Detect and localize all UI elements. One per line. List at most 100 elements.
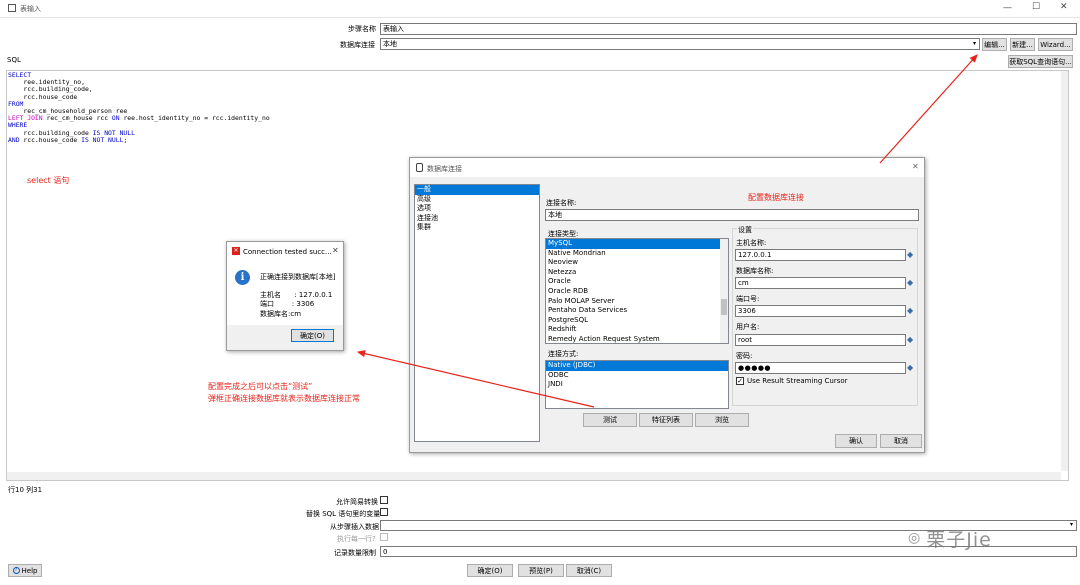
wizard-button[interactable]: Wizard... — [1038, 38, 1073, 51]
conn-type-item[interactable]: Palo MOLAP Server — [546, 297, 728, 307]
access-item[interactable]: ODBC — [546, 371, 728, 381]
replace-vars-label: 替换 SQL 语句里的变量 — [306, 510, 381, 518]
conn-type-list[interactable]: MySQL Native Mondrian Neoview Netezza Oracle… — [545, 238, 729, 344]
var-icon[interactable]: ◆ — [907, 278, 913, 287]
sql-token: ; — [123, 135, 128, 144]
popup-ok-button[interactable]: 确定(O) — [291, 329, 334, 342]
conn-type-item[interactable]: MySQL — [546, 239, 728, 249]
host-input[interactable]: 127.0.0.1 — [735, 249, 906, 261]
sql-line: LEFT JOIN rec_cm_house rcc ON ree.host_i… — [8, 115, 270, 122]
conn-type-item[interactable]: Oracle RDB — [546, 287, 728, 297]
popup-port-line: 端口 : 3306 — [260, 300, 315, 308]
scroll-thumb[interactable] — [721, 299, 727, 315]
chevron-down-icon[interactable]: ▾ — [973, 40, 976, 47]
db-nav-item[interactable]: 连接池 — [415, 214, 539, 224]
select-annotation: select 语句 — [27, 176, 70, 185]
limit-label: 记录数量限制 — [334, 549, 376, 557]
user-label: 用户名: — [736, 323, 760, 331]
db-icon — [416, 163, 423, 172]
user-input[interactable]: root — [735, 334, 906, 346]
sql-text: SELECT ree.identity_no, rcc.building_cod… — [8, 71, 270, 144]
conn-type-item[interactable]: PostgreSQL — [546, 316, 728, 326]
wechat-icon: ◎ — [908, 530, 921, 546]
error-app-icon: ✕ — [232, 247, 240, 255]
edit-button[interactable]: 编辑... — [982, 38, 1007, 51]
maximize-icon[interactable]: ☐ — [1032, 2, 1040, 12]
conn-type-item[interactable]: Netezza — [546, 268, 728, 278]
get-sql-button[interactable]: 获取SQL查询语句... — [1008, 55, 1073, 68]
test-annotation-1: 配置完成之后可以点击“测试” — [208, 382, 313, 391]
conn-type-item[interactable]: Oracle — [546, 277, 728, 287]
lazy-conv-label: 允许简易转换 — [336, 498, 378, 506]
conn-type-item[interactable]: Neoview — [546, 258, 728, 268]
app-icon — [8, 4, 16, 12]
browse-button[interactable]: 浏览 — [695, 413, 749, 427]
help-label: Help — [21, 566, 38, 575]
var-icon[interactable]: ◆ — [907, 306, 913, 315]
pass-input[interactable]: ●●●●● — [735, 362, 906, 374]
conn-type-item[interactable]: Native Mondrian — [546, 249, 728, 259]
conn-name-label: 连接名称: — [546, 199, 577, 207]
port-input[interactable]: 3306 — [735, 305, 906, 317]
conn-type-item[interactable]: Pentaho Data Services — [546, 306, 728, 316]
minimize-icon[interactable]: — — [1003, 3, 1012, 13]
insert-from-step-label: 从步骤插入数据 — [330, 523, 379, 531]
conn-type-item[interactable]: Redshift — [546, 325, 728, 335]
db-nav-item[interactable]: 一般 — [415, 185, 539, 195]
features-button[interactable]: 特征列表 — [639, 413, 693, 427]
db-conn-label: 数据库连接 — [340, 41, 375, 49]
db-cancel-button[interactable]: 取消 — [880, 434, 922, 448]
db-dialog: 数据库连接 ✕ 一般 高级 选项 连接池 集群 配置数据库连接 连接名称: 本地 连接类… — [409, 157, 925, 453]
sql-text-part: rec_cm_house rcc ON ree.host_identity_no… — [43, 114, 270, 123]
pass-label: 密码: — [736, 352, 753, 360]
access-list[interactable]: Native (JDBC) ODBC JNDI — [545, 360, 729, 409]
db-nav-item[interactable]: 选项 — [415, 204, 539, 214]
new-button[interactable]: 新建... — [1010, 38, 1035, 51]
popup-db-line: 数据库名:cm — [260, 310, 302, 318]
sql-line: rcc.house_code — [8, 93, 270, 101]
db-conn-select[interactable]: 本地 ▾ — [380, 38, 980, 50]
access-item[interactable]: JNDI — [546, 380, 728, 390]
port-label: 端口号: — [736, 295, 760, 303]
step-name-input[interactable]: 表输入 — [380, 23, 1077, 35]
streaming-checkbox[interactable]: ✓ — [736, 377, 744, 385]
db-conn-value: 本地 — [383, 40, 397, 48]
sql-token: ree.host_identity_no = rcc.identity_no — [119, 114, 270, 123]
close-icon[interactable]: ✕ — [912, 162, 919, 171]
conn-type-scrollbar[interactable] — [720, 239, 728, 343]
var-icon[interactable]: ◆ — [907, 363, 913, 372]
host-label: 主机名称: — [736, 239, 767, 247]
sql-token: IS NOT NULL — [81, 135, 124, 144]
access-item[interactable]: Native (JDBC) — [546, 361, 728, 371]
watermark: ◎ 栗子Jie — [908, 524, 1058, 552]
exec-each-row-checkbox[interactable] — [380, 533, 388, 541]
db-dialog-title: 数据库连接 — [427, 165, 462, 173]
sql-token: ON — [111, 114, 120, 123]
db-nav-item[interactable]: 集群 — [415, 223, 539, 233]
cursor-position: 行10 列31 — [8, 486, 43, 494]
ok-button[interactable]: 确定(O) — [467, 564, 513, 577]
help-icon: ? — [12, 567, 20, 574]
help-button[interactable]: ? Help — [8, 564, 42, 577]
chevron-down-icon[interactable]: ▾ — [1070, 521, 1073, 528]
sql-vscrollbar[interactable] — [1061, 71, 1068, 471]
close-icon[interactable]: ✕ — [332, 246, 339, 255]
var-icon[interactable]: ◆ — [907, 250, 913, 259]
var-icon[interactable]: ◆ — [907, 335, 913, 344]
cancel-button[interactable]: 取消(C) — [566, 564, 612, 577]
lazy-conv-checkbox[interactable] — [380, 496, 388, 504]
db-nav-list: 一般 高级 选项 连接池 集群 — [414, 184, 540, 442]
conn-type-item[interactable]: Remedy Action Request System — [546, 335, 728, 343]
db-ok-button[interactable]: 确认 — [835, 434, 877, 448]
access-label: 连接方式: — [548, 350, 579, 358]
streaming-label: Use Result Streaming Cursor — [747, 377, 848, 385]
sql-hscrollbar[interactable] — [7, 472, 1061, 480]
preview-button[interactable]: 预览(P) — [518, 564, 564, 577]
replace-vars-checkbox[interactable] — [380, 508, 388, 516]
conn-name-input[interactable]: 本地 — [545, 209, 919, 221]
info-icon: i — [235, 270, 250, 285]
close-icon[interactable]: ✕ — [1060, 2, 1068, 12]
test-button[interactable]: 测试 — [583, 413, 637, 427]
db-nav-item[interactable]: 高级 — [415, 195, 539, 205]
dbname-input[interactable]: cm — [735, 277, 906, 289]
